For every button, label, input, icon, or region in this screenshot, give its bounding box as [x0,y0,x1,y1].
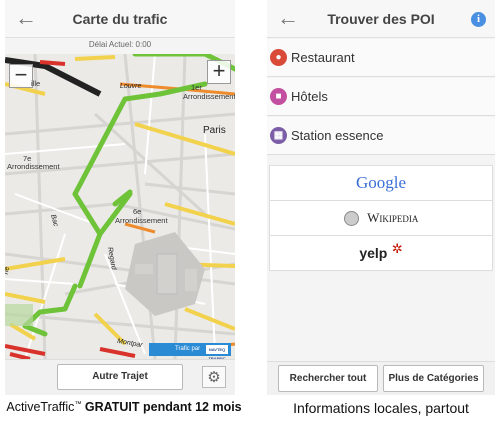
search-all-button[interactable]: Rechercher tout [278,365,378,392]
settings-button[interactable]: ⚙ [202,366,226,388]
zoom-out-button[interactable]: − [9,64,33,88]
map-label-arr1b: Arrondissement [183,92,235,101]
map-label-arr6: 6e [133,207,142,216]
top-bar: ← Carte du trafic [5,0,235,38]
gas-station-icon: ▦ [270,127,287,144]
other-route-button[interactable]: Autre Trajet [57,364,183,390]
restaurant-icon: ● [270,49,287,66]
top-bar: ← Trouver des POI i [267,0,495,38]
google-logo: Google [355,173,407,192]
google-search-button[interactable]: Google [269,165,493,201]
left-caption: ActiveTraffic™ GRATUIT pendant 12 mois [4,400,244,414]
map-label-arr1: 1er [191,83,202,92]
yelp-burst-icon: ✲ [391,241,403,256]
page-title: Trouver des POI [327,11,435,27]
poi-item-gas-station[interactable]: ▦ Station essence [267,117,495,155]
traffic-provider-label: Trafic par [175,346,201,352]
yelp-search-button[interactable]: yelp ✲ [269,235,493,271]
navteq-logo: NAVTEQ TRAFFIC [206,345,228,359]
map-label-arr6b: Arrondissement [115,216,168,225]
left-caption-brand: ActiveTraffic [6,400,75,414]
page-title: Carte du trafic [72,11,168,27]
traffic-map-screen: ← Carte du trafic Délai Actuel: 0:00 − +… [5,0,235,395]
plus-icon: + [212,58,226,83]
left-caption-offer: GRATUIT pendant 12 mois [81,400,242,414]
hotel-icon: ■ [270,88,287,105]
delay-status: Délai Actuel: 0:00 [88,40,152,49]
bottom-bar: Rechercher tout Plus de Catégories [267,361,495,395]
poi-item-restaurant[interactable]: ● Restaurant [267,39,495,77]
map-label-louvre: Louvre [120,83,142,90]
map-label-paris: Paris [203,125,226,136]
poi-label: Restaurant [291,50,355,65]
info-icon[interactable]: i [471,12,486,27]
poi-label: Hôtels [291,89,328,104]
traffic-map[interactable]: − + ille Louvre 1er Arrondissement Paris… [5,54,235,359]
map-label-arr7b: Arrondissement [7,162,60,171]
yelp-logo: yelp [359,245,388,261]
more-categories-button[interactable]: Plus de Catégories [383,365,484,392]
wikipedia-logo: Wikipedia [367,210,419,225]
bottom-bar: Autre Trajet ⚙ [5,359,235,395]
poi-search-screen: ← Trouver des POI i ● Restaurant ■ Hôtel… [267,0,495,395]
minus-icon: − [14,62,28,87]
gear-icon: ⚙ [207,369,221,386]
zoom-in-button[interactable]: + [207,60,231,84]
wikipedia-search-button[interactable]: Wikipedia [269,200,493,236]
map-label-ille: ille [31,79,41,88]
poi-label: Station essence [291,128,384,143]
right-caption: Informations locales, partout [293,400,469,416]
poi-item-hotels[interactable]: ■ Hôtels [267,78,495,116]
traffic-provider-badge: Trafic par NAVTEQ TRAFFIC [149,343,231,359]
wikipedia-globe-icon [343,210,359,226]
